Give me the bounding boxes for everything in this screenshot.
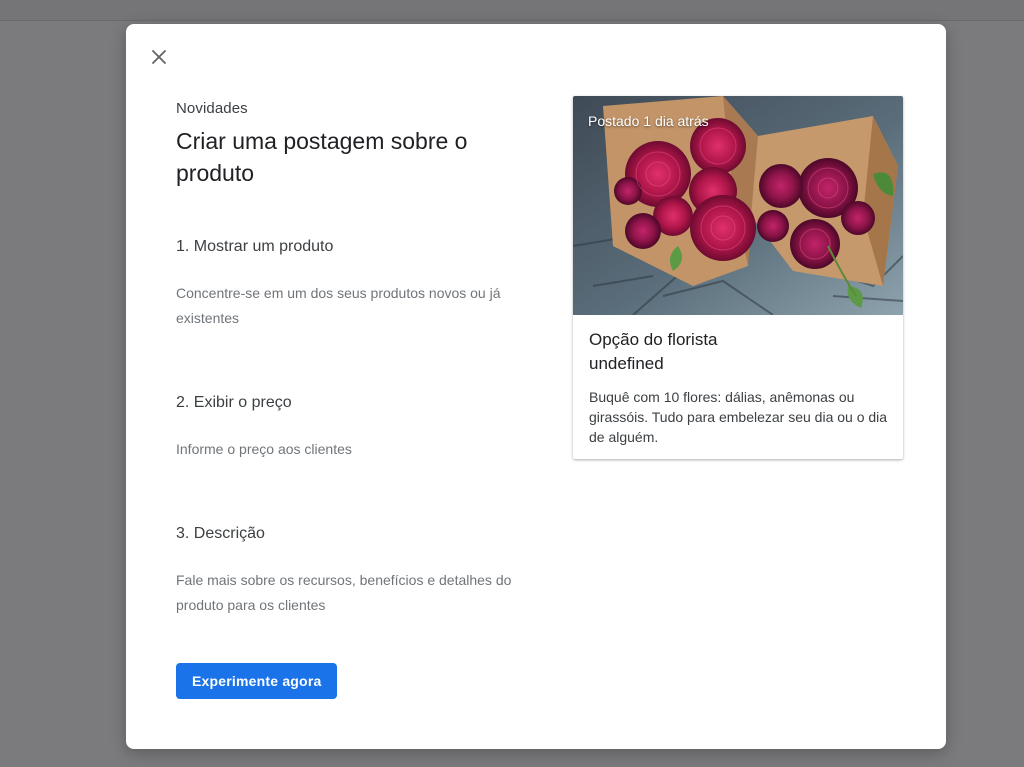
dialog-title: Criar uma postagem sobre o produto [176,128,468,186]
instructions-column: Novidades Criar uma postagem sobre o pro… [176,100,526,699]
dialog-eyebrow: Novidades [176,100,248,117]
card-title-line-1: Opção do florista [589,330,718,349]
step-2-description: Informe o preço aos clientes [176,441,352,457]
close-icon [152,50,166,64]
step-3-title: 3. Descrição [176,525,265,542]
step-3-description: Fale mais sobre os recursos, benefícios … [176,572,512,613]
bouquet-image: Postado 1 dia atrás [573,96,903,315]
step-1-description: Concentre-se em um dos seus produtos nov… [176,285,501,326]
step-2-title: 2. Exibir o preço [176,394,292,411]
card-description: Buquê com 10 flores: dálias, anêmonas ou… [589,389,888,445]
background-top-bar [0,0,1024,21]
card-title-line-2: undefined [589,354,664,373]
product-post-dialog: Novidades Criar uma postagem sobre o pro… [126,24,946,749]
post-preview-card: Postado 1 dia atrás Opção do florista un… [573,96,903,459]
try-now-button[interactable]: Experimente agora [176,663,338,699]
close-button[interactable] [148,46,170,68]
card-body: Opção do florista undefined Buquê com 10… [589,328,889,447]
step-1-title: 1. Mostrar um produto [176,238,334,255]
posted-time-label: Postado 1 dia atrás [588,113,709,129]
